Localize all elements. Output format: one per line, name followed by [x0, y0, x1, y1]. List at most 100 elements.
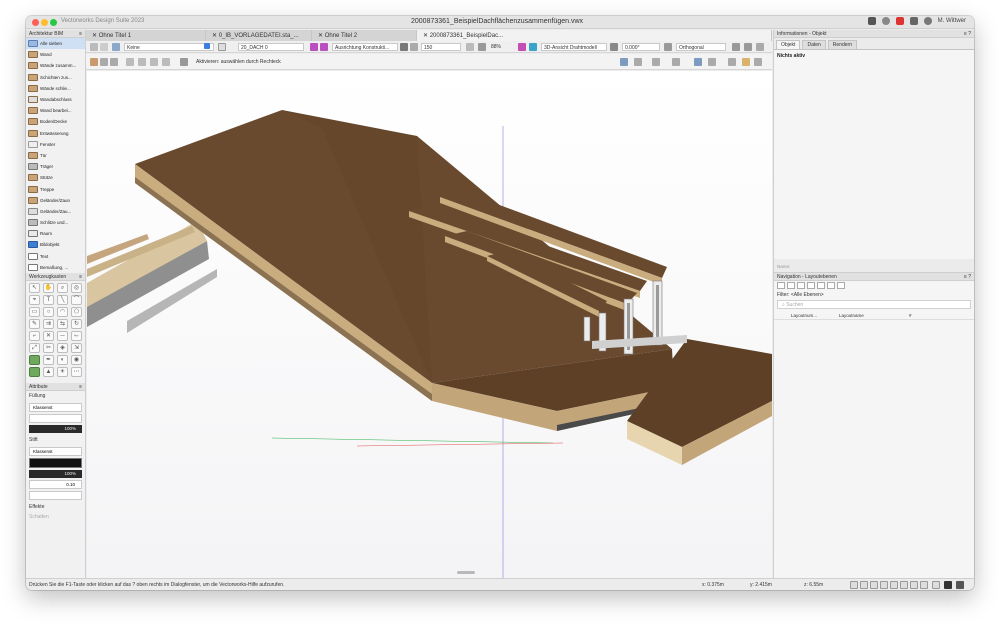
bim-tool-item[interactable]: Stütze [26, 172, 85, 183]
eyedropper-tool-icon[interactable]: ⌐ [29, 330, 40, 341]
drawing-viewport[interactable] [87, 71, 772, 578]
bim-tool-item[interactable]: Entwässerung [26, 128, 85, 139]
mode-poly-icon[interactable] [110, 58, 118, 66]
bim-tool-item[interactable]: Wände schlie... [26, 83, 85, 94]
nav-view-icon[interactable] [777, 282, 785, 289]
bim-tool-item[interactable]: Fenster [26, 139, 85, 150]
line-tool-icon[interactable]: ╲ [57, 294, 68, 305]
mode-icon[interactable] [90, 58, 98, 66]
fill-color-field[interactable] [29, 413, 82, 423]
bim-tool-item[interactable]: Geländer/Zau... [26, 206, 85, 217]
tab-object[interactable]: Objekt [776, 40, 801, 49]
offset-tool-icon[interactable]: ⇉ [43, 318, 54, 329]
bim-tool-item[interactable]: Alle sieben [26, 38, 85, 50]
back-icon[interactable] [90, 43, 98, 51]
bim-tool-item[interactable]: Geländer/Zaun [26, 195, 85, 206]
pen-color-swatch[interactable] [29, 457, 82, 468]
light-tool-icon[interactable]: ☀ [57, 366, 68, 377]
nav-view-icon[interactable] [797, 282, 805, 289]
site-tool-icon[interactable]: ▲ [43, 366, 54, 377]
attribute-mapping-tool-icon[interactable]: ◈ [57, 342, 68, 353]
projection-select[interactable]: Orthogonal [676, 43, 726, 51]
arc-tool-icon[interactable]: ◠ [57, 306, 68, 317]
circle-tool-icon[interactable]: ○ [43, 306, 54, 317]
bim-tool-item[interactable]: Text [26, 251, 85, 262]
bim-tool-item[interactable]: Wand bearbei... [26, 105, 85, 116]
overflow-icon[interactable] [756, 43, 764, 51]
scale-field[interactable]: 150 [421, 43, 461, 51]
standard-view-icon[interactable] [694, 58, 702, 66]
pan-tool-icon[interactable]: ✋ [43, 282, 54, 293]
palette-menu-icon[interactable]: ≡ [79, 384, 82, 390]
freehand-tool-icon[interactable]: ✎ [29, 318, 40, 329]
landscape-tool-icon[interactable] [29, 354, 40, 365]
tab-data[interactable]: Daten [802, 40, 826, 49]
zoom-out-icon[interactable] [478, 43, 486, 51]
mode-option-icon[interactable] [180, 58, 188, 66]
snap-edge-icon[interactable] [900, 581, 908, 589]
mode-option-icon[interactable] [162, 58, 170, 66]
clip-tool-icon[interactable]: ✂ [43, 342, 54, 353]
settings-icon[interactable] [732, 43, 740, 51]
connect-tool-icon[interactable]: ⤢ [29, 342, 40, 353]
snap-angle-icon[interactable] [870, 581, 878, 589]
mode-rect-icon[interactable] [100, 58, 108, 66]
nav-view-icon[interactable] [827, 282, 835, 289]
document-tab-active[interactable]: ✕ 2000873361_BeispielDac... [417, 30, 772, 41]
panel-menu-icon[interactable]: ≡ ? [964, 31, 971, 37]
projection-icon[interactable] [664, 43, 672, 51]
plant-tool-icon[interactable] [29, 366, 40, 377]
render-select[interactable]: 3D-Ansicht Drahtmodell [541, 43, 607, 51]
lighting-icon[interactable] [728, 58, 736, 66]
visibility-icon[interactable] [744, 43, 752, 51]
mode-option-icon[interactable] [126, 58, 134, 66]
nav-view-icon[interactable] [817, 282, 825, 289]
panel-menu-icon[interactable]: ≡ ? [964, 274, 971, 280]
nav-view-icon[interactable] [807, 282, 815, 289]
view-cube-icon[interactable] [672, 58, 680, 66]
bim-tool-item[interactable]: Träger [26, 161, 85, 172]
zoom-icon[interactable] [466, 43, 474, 51]
snap-grid-icon[interactable] [850, 581, 858, 589]
split-tool-icon[interactable]: ✕ [43, 330, 54, 341]
bim-tool-item[interactable]: Schichten zus... [26, 72, 85, 83]
rotate-tool-icon[interactable]: ↻ [71, 318, 82, 329]
angle-icon[interactable] [610, 43, 618, 51]
document-tab[interactable]: ✕ 0_IB_VORLAGEDATEI.sta_... [206, 30, 312, 41]
rectangle-tool-icon[interactable]: ▭ [29, 306, 40, 317]
zoom-window-button[interactable] [50, 19, 57, 26]
bim-tool-item[interactable]: Schlitze und... [26, 217, 85, 228]
view-select[interactable]: Ausrichtung Konstrukti... [332, 43, 398, 51]
move-tool-icon[interactable]: ⇲ [71, 342, 82, 353]
line-weight-field[interactable]: 0.10 [29, 479, 82, 489]
horizontal-scroll-handle[interactable] [457, 571, 475, 574]
bim-tool-item[interactable]: Bildobjekt [26, 239, 85, 250]
fillet-tool-icon[interactable]: ⌙ [71, 330, 82, 341]
snap-options-icon[interactable] [634, 58, 642, 66]
snap-intersection-icon[interactable] [880, 581, 888, 589]
play-icon[interactable] [956, 581, 964, 589]
notification-icon[interactable] [895, 17, 904, 25]
nav-filter[interactable]: Filter: <Alle Ebenen> [774, 290, 974, 300]
snap-working-plane-icon[interactable] [932, 581, 940, 589]
snap-object-icon[interactable] [860, 581, 868, 589]
col-layout-number[interactable]: Layoutnum... [791, 313, 839, 318]
mode-option-icon[interactable] [138, 58, 146, 66]
layer-visibility-icon[interactable] [320, 43, 328, 51]
palette-menu-icon[interactable]: ≡ [79, 31, 82, 37]
cloud-icon[interactable] [909, 17, 918, 25]
pen-class-select[interactable]: Klassenst [29, 446, 82, 456]
view-mode-icon[interactable] [529, 43, 537, 51]
rendering-icon[interactable] [742, 58, 750, 66]
minimize-window-button[interactable] [41, 19, 48, 26]
class-options-icon[interactable] [204, 43, 210, 49]
class-select[interactable]: Keine [124, 43, 214, 51]
text-tool-icon[interactable]: T [43, 294, 54, 305]
snap-icon[interactable] [620, 58, 628, 66]
tab-render[interactable]: Rendern [827, 40, 857, 49]
polyline-tool-icon[interactable]: ⌒ [71, 294, 82, 305]
snap-distance-icon[interactable] [890, 581, 898, 589]
trim-tool-icon[interactable]: ─ [57, 330, 68, 341]
fill-class-select[interactable]: Klassenst [29, 402, 82, 412]
zoom-level[interactable]: 88% [491, 43, 501, 51]
